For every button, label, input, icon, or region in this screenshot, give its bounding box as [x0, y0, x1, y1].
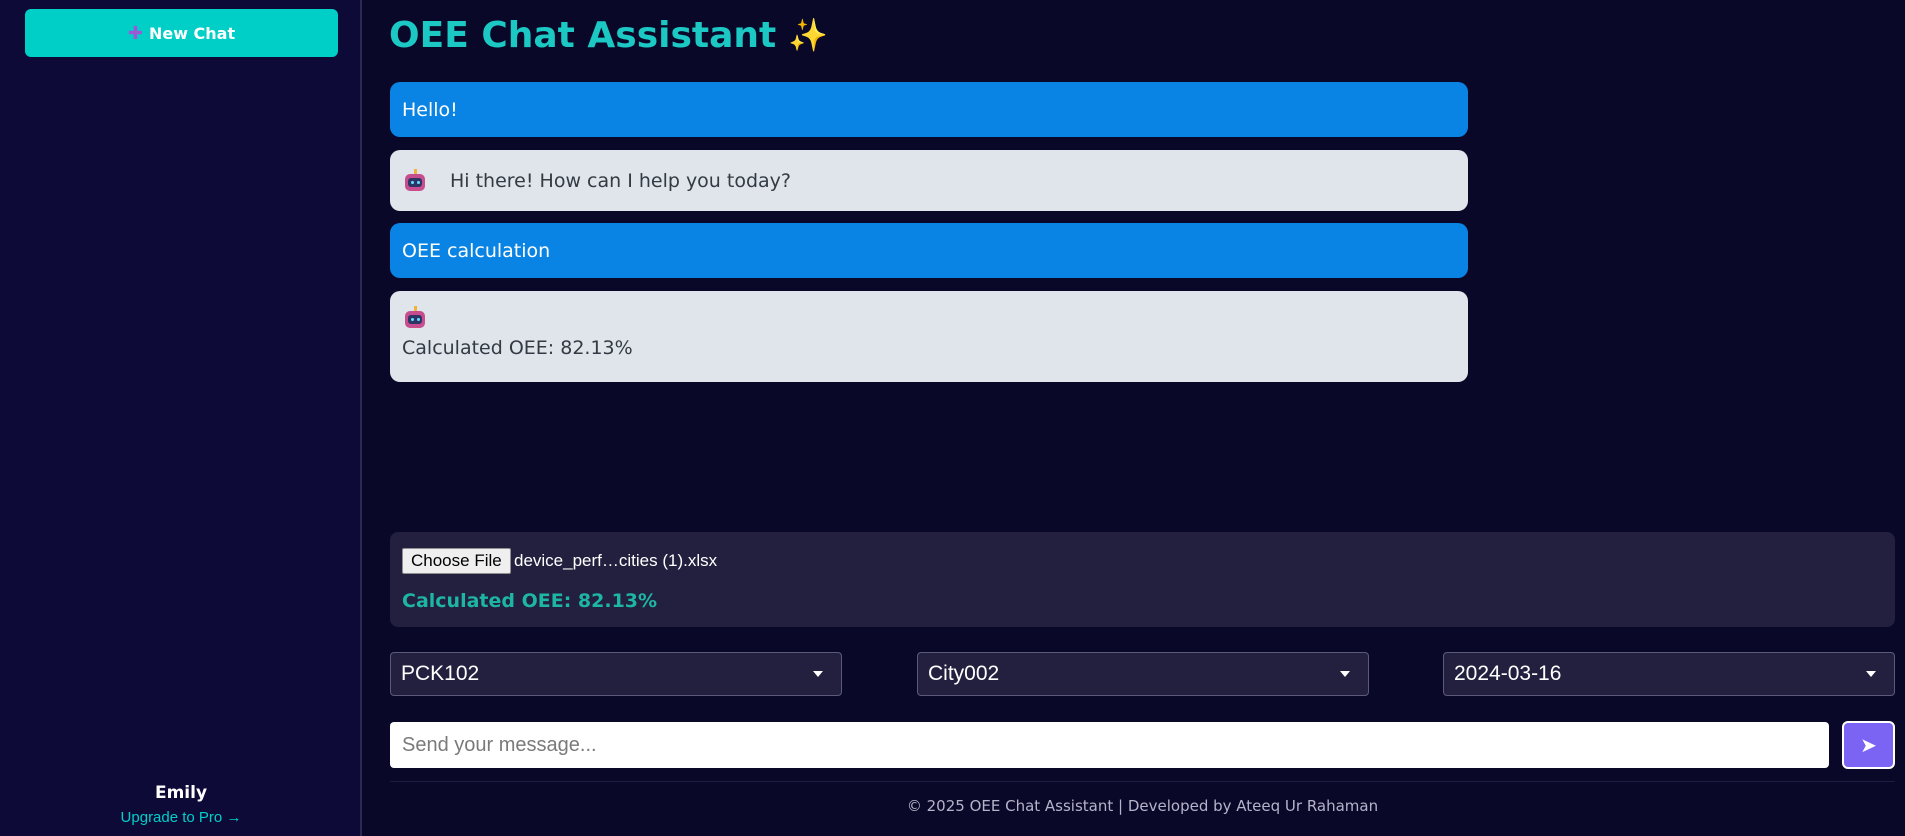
date-select-value: 2024-03-16 — [1454, 662, 1562, 685]
footer-text: © 2025 OEE Chat Assistant | Developed by… — [906, 797, 1379, 815]
message-input[interactable] — [390, 722, 1829, 768]
new-chat-button[interactable]: ✚ New Chat — [25, 9, 338, 57]
sparkles-icon: ✨ — [788, 16, 829, 54]
page-title: OEE Chat Assistant ✨ — [389, 12, 828, 58]
message-text: Hello! — [402, 98, 458, 121]
bot-message: Calculated OEE: 82.13% — [390, 291, 1468, 382]
footer-divider — [390, 781, 1895, 782]
message-text: OEE calculation — [402, 239, 551, 262]
oee-result-text: Calculated OEE: 82.13% — [402, 590, 658, 612]
choose-file-button[interactable]: Choose File — [402, 548, 511, 574]
file-upload-panel: Choose File device_perf…cities (1).xlsx … — [390, 532, 1895, 627]
user-message: OEE calculation — [390, 223, 1468, 278]
caret-down-icon — [1340, 671, 1350, 677]
city-select-value: City002 — [928, 662, 1000, 685]
send-button[interactable]: ➤ — [1842, 721, 1895, 769]
date-select[interactable]: 2024-03-16 — [1443, 652, 1895, 696]
robot-icon — [402, 168, 428, 194]
device-select[interactable]: PCK102 — [390, 652, 842, 696]
upgrade-to-pro-link[interactable]: Upgrade to Pro → — [0, 809, 362, 826]
send-icon: ➤ — [1860, 734, 1877, 757]
bot-message: Hi there! How can I help you today? — [390, 150, 1468, 211]
message-text: Hi there! How can I help you today? — [450, 169, 791, 192]
selected-file-name: device_perf…cities (1).xlsx — [514, 551, 718, 570]
caret-down-icon — [1866, 671, 1876, 677]
robot-icon — [402, 305, 428, 331]
page-title-text: OEE Chat Assistant — [389, 14, 777, 56]
new-chat-label: New Chat — [148, 23, 236, 43]
city-select[interactable]: City002 — [917, 652, 1369, 696]
plus-icon: ✚ — [127, 22, 143, 44]
user-name: Emily — [154, 783, 208, 803]
device-select-value: PCK102 — [401, 662, 480, 685]
message-text: Calculated OEE: 82.13% — [402, 337, 633, 359]
caret-down-icon — [813, 671, 823, 677]
sidebar: ✚ New Chat Emily Upgrade to Pro → — [0, 0, 362, 836]
user-message: Hello! — [390, 82, 1468, 137]
